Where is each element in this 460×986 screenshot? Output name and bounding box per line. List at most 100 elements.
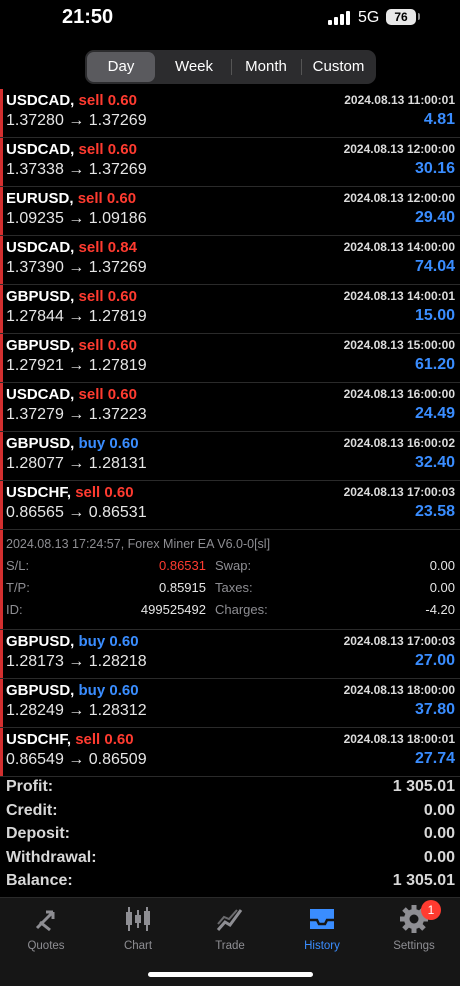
trade-volume: 0.60 bbox=[109, 633, 139, 650]
tab-trade-label: Trade bbox=[215, 940, 245, 952]
tab-day[interactable]: Day bbox=[87, 52, 155, 82]
tab-history[interactable]: History bbox=[282, 904, 362, 952]
trade-side: sell bbox=[78, 239, 104, 256]
trade-symbol-line: USDCAD, sell 0.60 bbox=[6, 141, 137, 158]
trade-side: sell bbox=[78, 386, 104, 403]
trade-prices: 1.27921 → 1.27819 bbox=[6, 357, 147, 375]
trade-symbol-line: GBPUSD, buy 0.60 bbox=[6, 633, 139, 650]
trade-profit: 29.40 bbox=[414, 209, 455, 226]
trade-side: sell bbox=[78, 92, 104, 109]
trade-volume: 0.60 bbox=[107, 288, 137, 305]
trade-volume: 0.84 bbox=[107, 239, 137, 256]
trade-side: sell bbox=[75, 484, 101, 501]
trade-datetime: 2024.08.13 16:00:02 bbox=[343, 436, 455, 450]
trade-row[interactable]: USDCHF, sell 0.60 2024.08.13 18:00:01 0.… bbox=[0, 728, 460, 777]
trade-row[interactable]: USDCAD, sell 0.60 2024.08.13 12:00:00 1.… bbox=[0, 138, 460, 187]
charges-label: Charges: bbox=[215, 602, 268, 617]
trade-row[interactable]: EURUSD, sell 0.60 2024.08.13 12:00:00 1.… bbox=[0, 187, 460, 236]
trade-row[interactable]: USDCHF, sell 0.60 2024.08.13 17:00:03 0.… bbox=[0, 481, 460, 530]
tab-week[interactable]: Week bbox=[159, 52, 229, 82]
trade-symbol: USDCAD, bbox=[6, 92, 75, 109]
arrow-icon: → bbox=[68, 406, 85, 423]
trade-profit: 4.81 bbox=[423, 111, 455, 128]
arrow-icon: → bbox=[68, 357, 85, 374]
trade-row[interactable]: GBPUSD, buy 0.60 2024.08.13 17:00:03 1.2… bbox=[0, 630, 460, 679]
summary-label: Withdrawal: bbox=[6, 848, 97, 866]
taxes-value: 0.00 bbox=[429, 580, 455, 595]
tab-chart-label: Chart bbox=[123, 940, 153, 952]
tab-divider bbox=[231, 59, 232, 75]
price-open: 1.28173 bbox=[6, 653, 64, 670]
status-time: 21:50 bbox=[62, 6, 114, 28]
quotes-arrows-icon bbox=[35, 910, 55, 932]
price-close: 1.28312 bbox=[88, 702, 147, 719]
trade-line-icon bbox=[216, 909, 243, 931]
trade-row[interactable]: USDCAD, sell 0.60 2024.08.13 11:00:01 1.… bbox=[0, 89, 460, 138]
trade-row[interactable]: GBPUSD, sell 0.60 2024.08.13 15:00:00 1.… bbox=[0, 334, 460, 383]
summary-value: 0.00 bbox=[423, 848, 455, 866]
row-accent-bar bbox=[0, 236, 3, 284]
trade-row[interactable]: USDCAD, sell 0.60 2024.08.13 16:00:00 1.… bbox=[0, 383, 460, 432]
id-label: ID: bbox=[6, 602, 23, 617]
arrow-icon: → bbox=[68, 702, 85, 719]
tab-quotes-label: Quotes bbox=[27, 940, 65, 952]
tp-value: 0.85915 bbox=[159, 580, 206, 595]
trade-row[interactable]: GBPUSD, sell 0.60 2024.08.13 14:00:01 1.… bbox=[0, 285, 460, 334]
sl-value: 0.86531 bbox=[159, 558, 206, 573]
trade-row[interactable]: USDCAD, sell 0.84 2024.08.13 14:00:00 1.… bbox=[0, 236, 460, 285]
trade-prices: 1.28249 → 1.28312 bbox=[6, 702, 147, 720]
price-open: 0.86549 bbox=[6, 751, 64, 768]
price-open: 1.37338 bbox=[6, 161, 64, 178]
trade-profit: 15.00 bbox=[414, 307, 455, 324]
trade-row[interactable]: GBPUSD, buy 0.60 2024.08.13 16:00:02 1.2… bbox=[0, 432, 460, 481]
cellular-signal-icon bbox=[328, 11, 350, 25]
tab-month[interactable]: Month bbox=[233, 52, 299, 82]
price-close: 1.37269 bbox=[88, 112, 147, 129]
trade-symbol: GBPUSD, bbox=[6, 288, 75, 305]
price-open: 1.09235 bbox=[6, 210, 64, 227]
summary-value: 1 305.01 bbox=[392, 872, 455, 889]
trade-profit: 27.74 bbox=[414, 750, 455, 767]
price-close: 1.27819 bbox=[88, 308, 147, 325]
tab-chart[interactable]: Chart bbox=[98, 904, 178, 952]
summary-row: Withdrawal: 0.00 bbox=[0, 847, 460, 871]
tab-settings-label: Settings bbox=[393, 940, 435, 952]
home-indicator[interactable] bbox=[148, 972, 313, 977]
tab-trade[interactable]: Trade bbox=[190, 904, 270, 952]
trade-symbol: GBPUSD, bbox=[6, 682, 75, 699]
row-accent-bar bbox=[0, 728, 3, 776]
trade-profit: 27.00 bbox=[414, 652, 455, 669]
price-open: 1.37280 bbox=[6, 112, 64, 129]
summary-row: Profit: 1 305.01 bbox=[0, 776, 460, 800]
summary-value: 0.00 bbox=[423, 801, 455, 819]
sl-label: S/L: bbox=[6, 558, 30, 573]
trade-datetime: 2024.08.13 17:00:03 bbox=[343, 485, 455, 499]
trade-symbol: EURUSD, bbox=[6, 190, 74, 207]
trade-prices: 1.37280 → 1.37269 bbox=[6, 112, 147, 130]
trade-prices: 1.37279 → 1.37223 bbox=[6, 406, 147, 424]
tab-settings[interactable]: Settings bbox=[374, 904, 454, 952]
settings-notification-badge: 1 bbox=[421, 900, 441, 920]
trade-volume: 0.60 bbox=[107, 337, 137, 354]
summary-value: 0.00 bbox=[423, 825, 455, 842]
trade-row[interactable]: GBPUSD, buy 0.60 2024.08.13 18:00:00 1.2… bbox=[0, 679, 460, 728]
trade-symbol-line: USDCAD, sell 0.60 bbox=[6, 92, 137, 109]
trade-side: buy bbox=[78, 435, 106, 452]
tab-quotes[interactable]: Quotes bbox=[6, 904, 86, 952]
trade-datetime: 2024.08.13 12:00:00 bbox=[343, 142, 455, 156]
trade-symbol: USDCAD, bbox=[6, 141, 75, 158]
inbox-tray-icon bbox=[310, 909, 334, 929]
trade-profit: 37.80 bbox=[414, 701, 455, 718]
trade-side: sell bbox=[75, 731, 101, 748]
trade-datetime: 2024.08.13 17:00:03 bbox=[343, 634, 455, 648]
trade-volume: 0.60 bbox=[109, 435, 139, 452]
price-close: 0.86531 bbox=[88, 504, 147, 521]
arrow-icon: → bbox=[68, 112, 85, 129]
arrow-icon: → bbox=[68, 504, 85, 521]
trade-side: buy bbox=[78, 682, 106, 699]
tab-custom[interactable]: Custom bbox=[303, 52, 374, 82]
battery-tip bbox=[418, 13, 420, 20]
account-summary: Profit: 1 305.01 Credit: 0.00 Deposit: 0.00 Wi… bbox=[0, 776, 460, 894]
arrow-icon: → bbox=[68, 653, 85, 670]
trade-symbol-line: GBPUSD, sell 0.60 bbox=[6, 337, 137, 354]
